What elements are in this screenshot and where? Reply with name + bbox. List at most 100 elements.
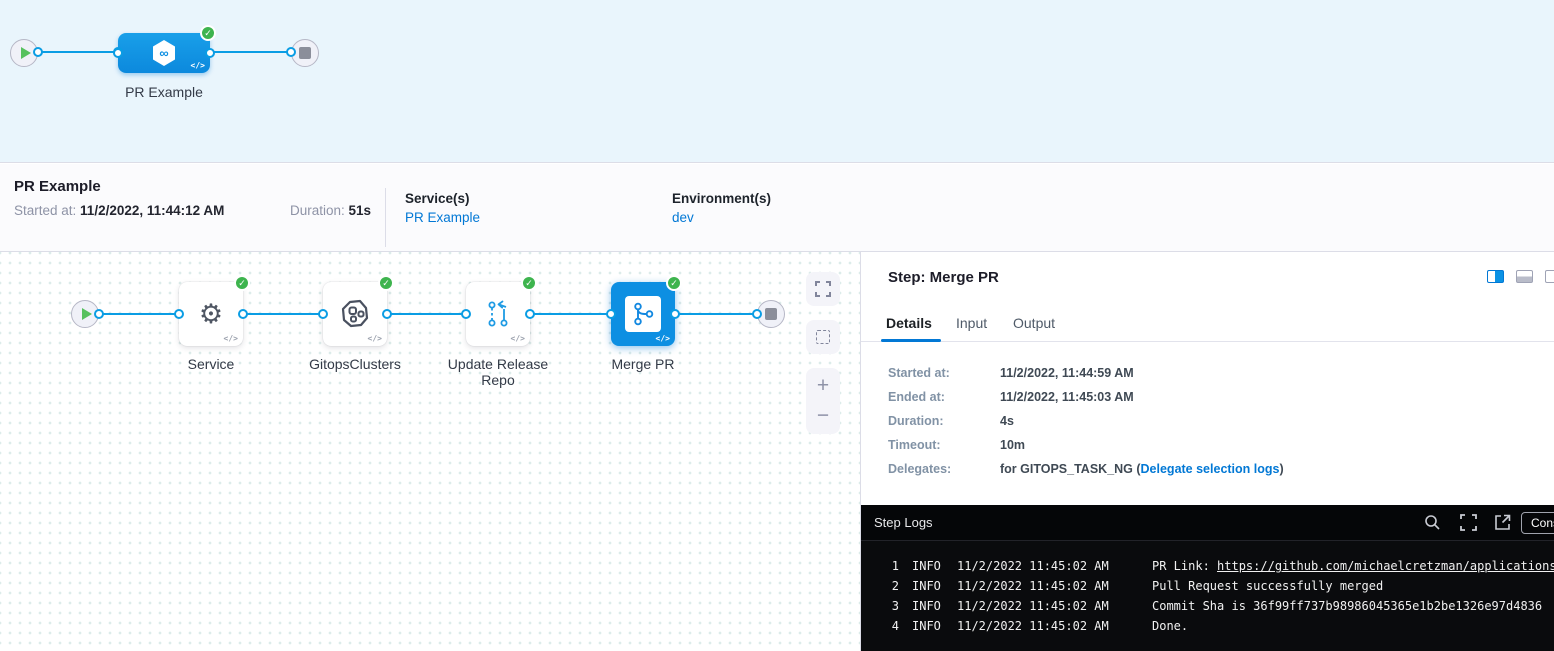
- log-line: 4 INFO 11/2/2022 11:45:02 AM Done.: [861, 616, 1554, 636]
- run-duration: Duration: 51s: [290, 203, 371, 218]
- started-label: Started at:: [14, 203, 80, 218]
- log-level: INFO: [912, 576, 941, 596]
- detail-row-ended-at: Ended at: 11/2/2022, 11:45:03 AM: [888, 390, 1528, 414]
- detail-label: Started at:: [888, 366, 950, 380]
- detail-label: Delegates:: [888, 462, 951, 476]
- detail-row-started-at: Started at: 11/2/2022, 11:44:59 AM: [888, 366, 1528, 390]
- services-link[interactable]: PR Example: [405, 210, 480, 225]
- edge: [243, 313, 325, 315]
- expand-logs-icon[interactable]: [1460, 514, 1477, 531]
- clusters-octagon-icon: [339, 298, 371, 330]
- stage-node-pr-example[interactable]: ∞ ✓ </>: [118, 33, 210, 73]
- run-header: PR Example Started at: 11/2/2022, 11:44:…: [0, 164, 1554, 252]
- port-dot: [238, 309, 248, 319]
- step-node-gitopsclusters[interactable]: ✓ </>: [323, 282, 387, 346]
- tab-input[interactable]: Input: [956, 315, 987, 331]
- console-view-button[interactable]: Console View: [1521, 512, 1554, 534]
- marquee-select-button[interactable]: [806, 320, 840, 354]
- log-level: INFO: [912, 596, 941, 616]
- step-node-merge-pr[interactable]: ✓ </>: [611, 282, 675, 346]
- log-line-number: 2: [881, 576, 899, 596]
- divider: [385, 188, 386, 247]
- step-tabs: Details Input Output: [861, 312, 1554, 342]
- log-timestamp: 11/2/2022 11:45:02 AM: [957, 616, 1109, 636]
- stop-icon: [765, 308, 777, 320]
- port-dot: [113, 48, 123, 58]
- port-dot: [286, 47, 296, 57]
- duration-value: 51s: [349, 203, 372, 218]
- edge: [387, 313, 467, 315]
- play-icon: [82, 308, 92, 320]
- port-dot: [205, 48, 215, 58]
- detail-value: 11/2/2022, 11:44:59 AM: [1000, 366, 1134, 380]
- code-icon: </>: [656, 334, 670, 343]
- detail-row-delegates: Delegates: for GITOPS_TASK_NG (Delegate …: [888, 462, 1528, 486]
- run-started-at: Started at: 11/2/2022, 11:44:12 AM: [14, 203, 224, 218]
- step-node-update-release-repo[interactable]: ✓ </>: [466, 282, 530, 346]
- stage-label[interactable]: PR Example: [98, 84, 230, 100]
- log-line-number: 4: [881, 616, 899, 636]
- detail-row-duration: Duration: 4s: [888, 414, 1528, 438]
- detail-row-timeout: Timeout: 10m: [888, 438, 1528, 462]
- step-panel-title: Step: Merge PR: [888, 269, 999, 286]
- log-timestamp: 11/2/2022 11:45:02 AM: [957, 596, 1109, 616]
- step-label: Merge PR: [583, 356, 703, 372]
- marquee-icon: [816, 330, 830, 344]
- step-label: GitopsClusters: [290, 356, 420, 372]
- detail-label: Duration:: [888, 414, 944, 428]
- open-in-new-icon[interactable]: [1494, 514, 1511, 531]
- layout-split-right-icon[interactable]: [1487, 270, 1504, 283]
- success-check-icon: ✓: [234, 275, 250, 291]
- execution-graph-canvas[interactable]: ⚙ ✓ </> Service ✓ </> GitopsClusters: [0, 252, 861, 651]
- step-node-service[interactable]: ⚙ ✓ </>: [179, 282, 243, 346]
- code-icon: </>: [511, 334, 525, 343]
- environments-link[interactable]: dev: [672, 210, 694, 225]
- edge: [675, 313, 757, 315]
- services-label: Service(s): [405, 191, 470, 206]
- port-dot: [752, 309, 762, 319]
- tab-details[interactable]: Details: [886, 315, 932, 331]
- gear-icon: ⚙: [199, 301, 223, 328]
- started-value: 11/2/2022, 11:44:12 AM: [80, 203, 224, 218]
- detail-value: 4s: [1000, 414, 1014, 428]
- duration-label: Duration:: [290, 203, 349, 218]
- svg-text:∞: ∞: [159, 46, 168, 61]
- detail-label: Ended at:: [888, 390, 945, 404]
- log-message: Done.: [1152, 616, 1188, 636]
- layout-split-vertical-icon[interactable]: [1545, 270, 1554, 283]
- success-check-icon: ✓: [521, 275, 537, 291]
- detail-value: 10m: [1000, 438, 1025, 452]
- port-dot: [94, 309, 104, 319]
- search-icon[interactable]: [1424, 514, 1441, 531]
- environments-label: Environment(s): [672, 191, 771, 206]
- run-title: PR Example: [14, 178, 101, 195]
- gitops-hexagon-icon: ∞: [149, 38, 179, 68]
- log-line: 3 INFO 11/2/2022 11:45:02 AM Commit Sha …: [861, 596, 1554, 616]
- stage-graph-band: ∞ ✓ </> PR Example: [0, 0, 1554, 163]
- zoom-in-button[interactable]: +: [817, 371, 829, 401]
- log-level: INFO: [912, 616, 941, 636]
- step-detail-panel: Step: Merge PR Details Input Output Star…: [861, 252, 1554, 505]
- tab-output[interactable]: Output: [1013, 315, 1055, 331]
- stop-icon: [299, 47, 311, 59]
- detail-label: Timeout:: [888, 438, 941, 452]
- code-icon: </>: [191, 61, 205, 70]
- log-level: INFO: [912, 556, 941, 576]
- log-line: 1 INFO 11/2/2022 11:45:02 AM PR Link: ht…: [861, 556, 1554, 576]
- step-label: Service: [151, 356, 271, 372]
- layout-split-bottom-icon[interactable]: [1516, 270, 1533, 283]
- delegate-selection-logs-link[interactable]: Delegate selection logs: [1141, 462, 1280, 476]
- pr-link[interactable]: https://github.com/michaelcretzman/appli…: [1217, 559, 1554, 573]
- zoom-control: + −: [806, 368, 840, 434]
- git-merge-icon: [625, 296, 661, 332]
- active-tab-underline: [881, 339, 941, 342]
- play-icon: [21, 47, 31, 59]
- port-dot: [318, 309, 328, 319]
- fullscreen-button[interactable]: [806, 272, 840, 306]
- log-line: 2 INFO 11/2/2022 11:45:02 AM Pull Reques…: [861, 576, 1554, 596]
- code-icon: </>: [224, 334, 238, 343]
- zoom-out-button[interactable]: −: [817, 401, 829, 431]
- step-logs-header: Step Logs Console View: [861, 505, 1554, 541]
- port-dot: [382, 309, 392, 319]
- log-message: PR Link: https://github.com/michaelcretz…: [1152, 556, 1554, 576]
